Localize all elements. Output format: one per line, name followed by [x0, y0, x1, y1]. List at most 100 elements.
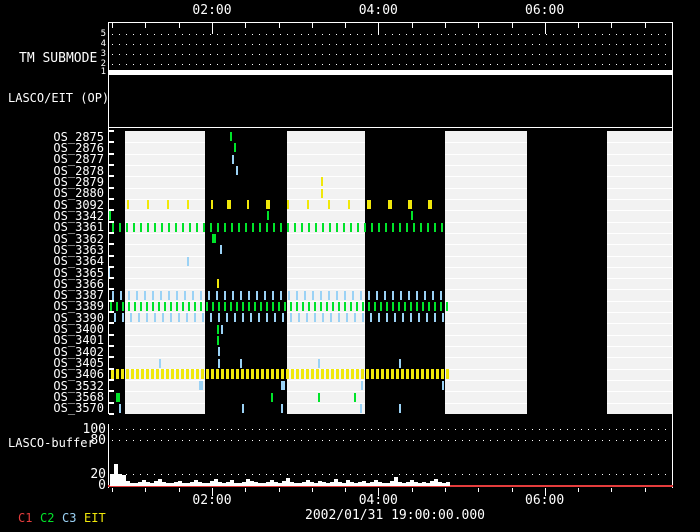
row-separator — [445, 402, 527, 404]
row-separator — [607, 210, 672, 212]
event-mark — [361, 369, 364, 380]
event-mark — [236, 301, 238, 311]
row-axis-tick — [109, 209, 114, 212]
event-mark — [401, 369, 404, 380]
event-mark — [254, 301, 256, 311]
row-separator — [287, 232, 365, 234]
row-separator — [445, 142, 527, 144]
event-mark — [350, 222, 352, 232]
event-mark — [442, 313, 444, 323]
event-mark — [191, 369, 194, 380]
event-mark — [218, 347, 220, 357]
x-axis-minor-tick — [145, 23, 147, 28]
event-mark — [187, 200, 189, 210]
event-mark — [366, 369, 369, 380]
y-axis-right — [672, 22, 673, 414]
event-mark — [211, 200, 213, 210]
event-mark — [346, 369, 349, 380]
event-mark — [290, 301, 292, 311]
buffer-minor-tick — [478, 488, 480, 492]
event-mark — [362, 313, 364, 323]
row-separator — [445, 210, 527, 212]
plot-layers: OS_2875 OS_2876 OS_2877 OS_2878 OS_2879 OS_28… — [0, 0, 700, 532]
event-mark — [336, 290, 338, 300]
row-separator — [607, 289, 672, 291]
event-mark — [136, 290, 138, 300]
row-separator — [125, 244, 205, 246]
row-separator — [125, 164, 205, 166]
row-axis-tick — [109, 288, 114, 291]
x-axis-major-tick — [544, 23, 546, 34]
event-mark — [431, 369, 434, 380]
event-mark — [242, 313, 244, 323]
event-mark — [181, 369, 184, 380]
event-mark — [266, 369, 269, 380]
event-mark — [432, 290, 434, 300]
row-separator — [607, 164, 672, 166]
event-mark — [158, 301, 160, 311]
row-separator — [287, 176, 365, 178]
event-mark — [336, 369, 339, 380]
event-mark — [321, 188, 323, 198]
buffer-grid-dotline — [112, 440, 670, 442]
row-separator — [607, 221, 672, 223]
row-separator — [287, 266, 365, 268]
row-axis-tick — [109, 186, 114, 189]
event-mark — [420, 222, 422, 232]
row-separator — [287, 198, 365, 200]
event-mark — [350, 301, 352, 311]
row-axis-tick — [109, 345, 114, 348]
event-mark — [217, 335, 219, 345]
legend-item-eit: EIT — [84, 511, 106, 525]
row-separator — [607, 198, 672, 200]
event-mark — [422, 301, 424, 311]
event-mark — [256, 290, 258, 300]
row-separator — [445, 176, 527, 178]
row-axis-tick — [109, 175, 114, 178]
event-mark — [378, 313, 380, 323]
event-mark — [161, 222, 163, 232]
event-mark — [321, 369, 324, 380]
event-mark — [120, 290, 122, 300]
event-mark — [164, 301, 166, 311]
event-mark — [217, 222, 219, 232]
event-mark — [394, 313, 396, 323]
buffer-minor-tick — [178, 488, 180, 492]
event-mark — [320, 301, 322, 311]
row-separator — [125, 278, 205, 280]
row-separator — [287, 278, 365, 280]
event-mark — [428, 301, 430, 311]
event-mark — [238, 222, 240, 232]
row-separator — [125, 153, 205, 155]
event-mark — [221, 369, 224, 380]
event-mark — [184, 290, 186, 300]
event-mark — [210, 313, 212, 323]
event-mark — [200, 301, 202, 311]
light-band — [445, 131, 527, 414]
legend-item-c3: C3 — [62, 511, 77, 525]
buffer-minor-tick — [345, 488, 347, 492]
event-mark — [416, 369, 419, 380]
row-separator — [445, 232, 527, 234]
row-separator — [607, 255, 672, 257]
row-separator — [287, 255, 365, 257]
row-separator — [445, 346, 527, 348]
os-row-label: OS_3570 — [53, 401, 104, 416]
event-mark — [112, 290, 114, 300]
event-mark — [116, 392, 120, 402]
event-mark — [176, 369, 179, 380]
event-mark — [252, 222, 254, 232]
event-mark — [256, 369, 259, 380]
event-mark — [278, 301, 280, 311]
buffer-minor-tick — [578, 488, 580, 492]
event-mark — [247, 200, 249, 210]
x-axis-minor-tick — [345, 23, 347, 28]
event-mark — [159, 358, 161, 368]
event-mark — [357, 222, 359, 232]
event-mark — [306, 313, 308, 323]
event-mark — [128, 301, 130, 311]
event-mark — [160, 290, 162, 300]
row-separator — [607, 300, 672, 302]
event-mark — [236, 369, 239, 380]
row-separator — [125, 187, 205, 189]
